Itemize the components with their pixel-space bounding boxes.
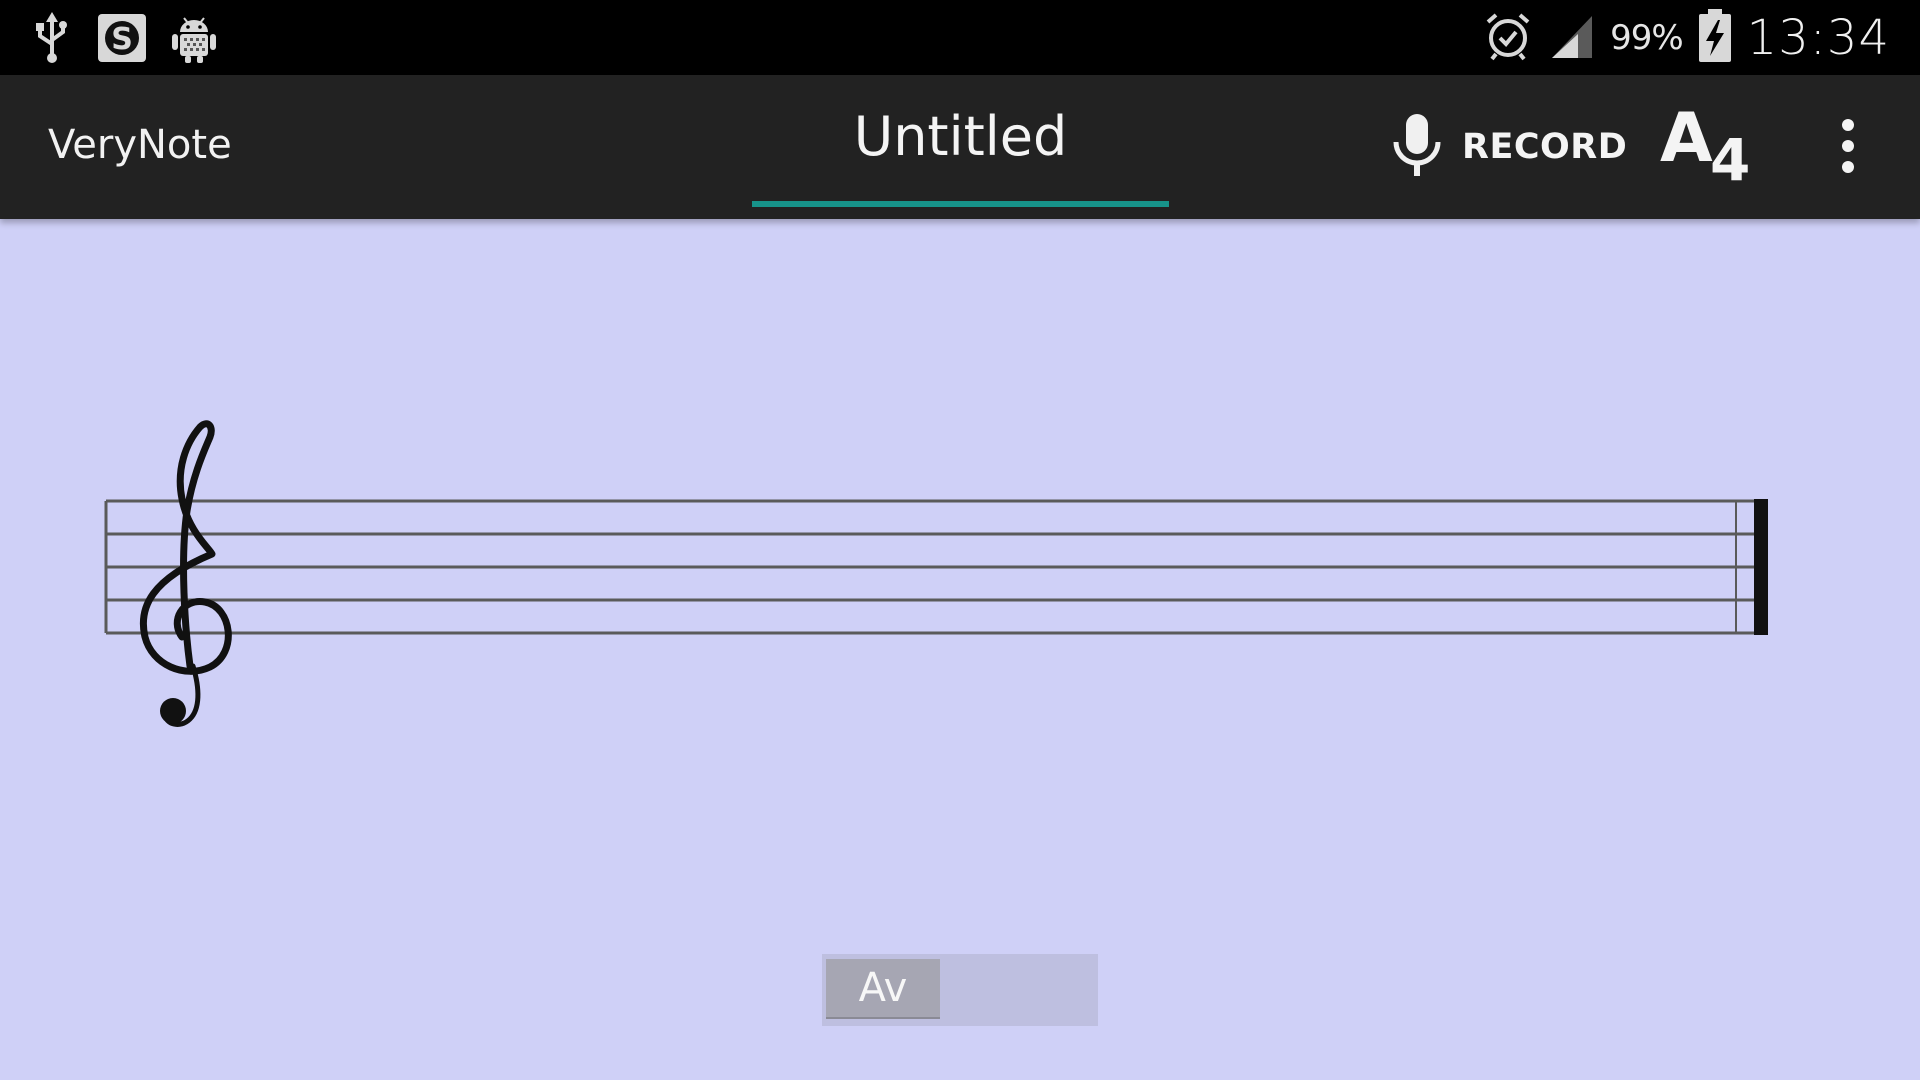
tab-label: Untitled — [853, 105, 1068, 168]
more-vertical-icon[interactable] — [1826, 115, 1870, 179]
tab-indicator — [752, 201, 1169, 207]
status-bar: S 99% 13:34 — [0, 0, 1920, 75]
pitch-note: A — [1660, 99, 1713, 178]
screen: S 99% 13:34 VeryNote Untitled RECORD A 4… — [0, 0, 1920, 1080]
record-button[interactable]: RECORD — [1390, 105, 1627, 189]
status-clock: 13:34 — [1746, 9, 1890, 66]
app-name: VeryNote — [48, 122, 232, 168]
pitch-octave: 4 — [1710, 126, 1751, 194]
thick-final-barline — [1754, 499, 1768, 635]
bottom-control: Av — [822, 954, 1098, 1026]
status-left-icons: S — [30, 8, 218, 68]
action-bar: VeryNote Untitled RECORD A 4 — [0, 75, 1920, 219]
record-label: RECORD — [1462, 127, 1628, 167]
av-button[interactable]: Av — [826, 959, 940, 1019]
signal-icon — [1548, 10, 1596, 66]
s-badge-icon: S — [96, 12, 148, 64]
pitch-button[interactable]: A 4 — [1658, 103, 1758, 191]
battery-charging-icon — [1697, 8, 1733, 68]
staff[interactable] — [0, 219, 1920, 1080]
staff-area[interactable] — [0, 219, 1920, 1080]
usb-icon — [30, 10, 74, 66]
staff-lines — [106, 499, 1768, 635]
alarm-icon — [1482, 10, 1534, 66]
android-debug-icon — [170, 12, 218, 64]
status-right: 99% 13:34 — [1482, 0, 1890, 75]
tab-untitled[interactable]: Untitled — [752, 75, 1169, 219]
microphone-icon — [1390, 110, 1444, 184]
treble-clef-icon — [139, 420, 232, 727]
svg-text:S: S — [111, 22, 133, 57]
battery-percent: 99% — [1610, 17, 1684, 58]
